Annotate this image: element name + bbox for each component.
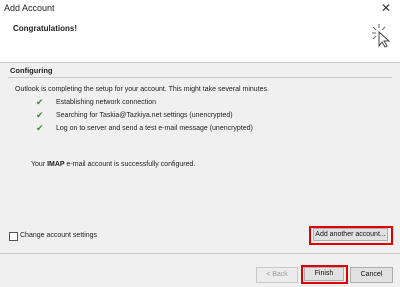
step-label: Searching for Taskia@Tazkiya.net setting…: [56, 112, 233, 119]
add-another-account-button[interactable]: Add another account...: [313, 228, 388, 241]
close-icon[interactable]: ✕: [381, 1, 391, 15]
checkmark-icon: ✔: [36, 123, 44, 133]
checkmark-icon: ✔: [36, 97, 44, 107]
page-heading: Congratulations!: [13, 24, 77, 33]
change-settings-checkbox[interactable]: [9, 232, 18, 241]
result-prefix: Your: [31, 161, 48, 168]
section-separator: [8, 77, 392, 78]
section-label: Configuring: [10, 66, 53, 75]
result-suffix: e-mail account is successfully configure…: [64, 161, 196, 168]
change-settings-label[interactable]: Change account settings: [20, 232, 97, 239]
step-label: Establishing network connection: [56, 99, 157, 106]
cancel-button[interactable]: Cancel: [350, 267, 393, 283]
back-button[interactable]: < Back: [256, 267, 298, 283]
step-label: Log on to server and send a test e-mail …: [56, 125, 253, 132]
intro-text: Outlook is completing the setup for your…: [15, 86, 269, 93]
window-title: Add Account: [4, 3, 55, 13]
cursor-sparkle-icon: [372, 24, 391, 48]
result-protocol: IMAP: [47, 161, 65, 168]
title-bar: Add Account ✕: [0, 0, 400, 18]
checkmark-icon: ✔: [36, 110, 44, 120]
result-message: Your IMAP e-mail account is successfully…: [31, 161, 195, 168]
finish-button[interactable]: Finish: [304, 267, 344, 281]
